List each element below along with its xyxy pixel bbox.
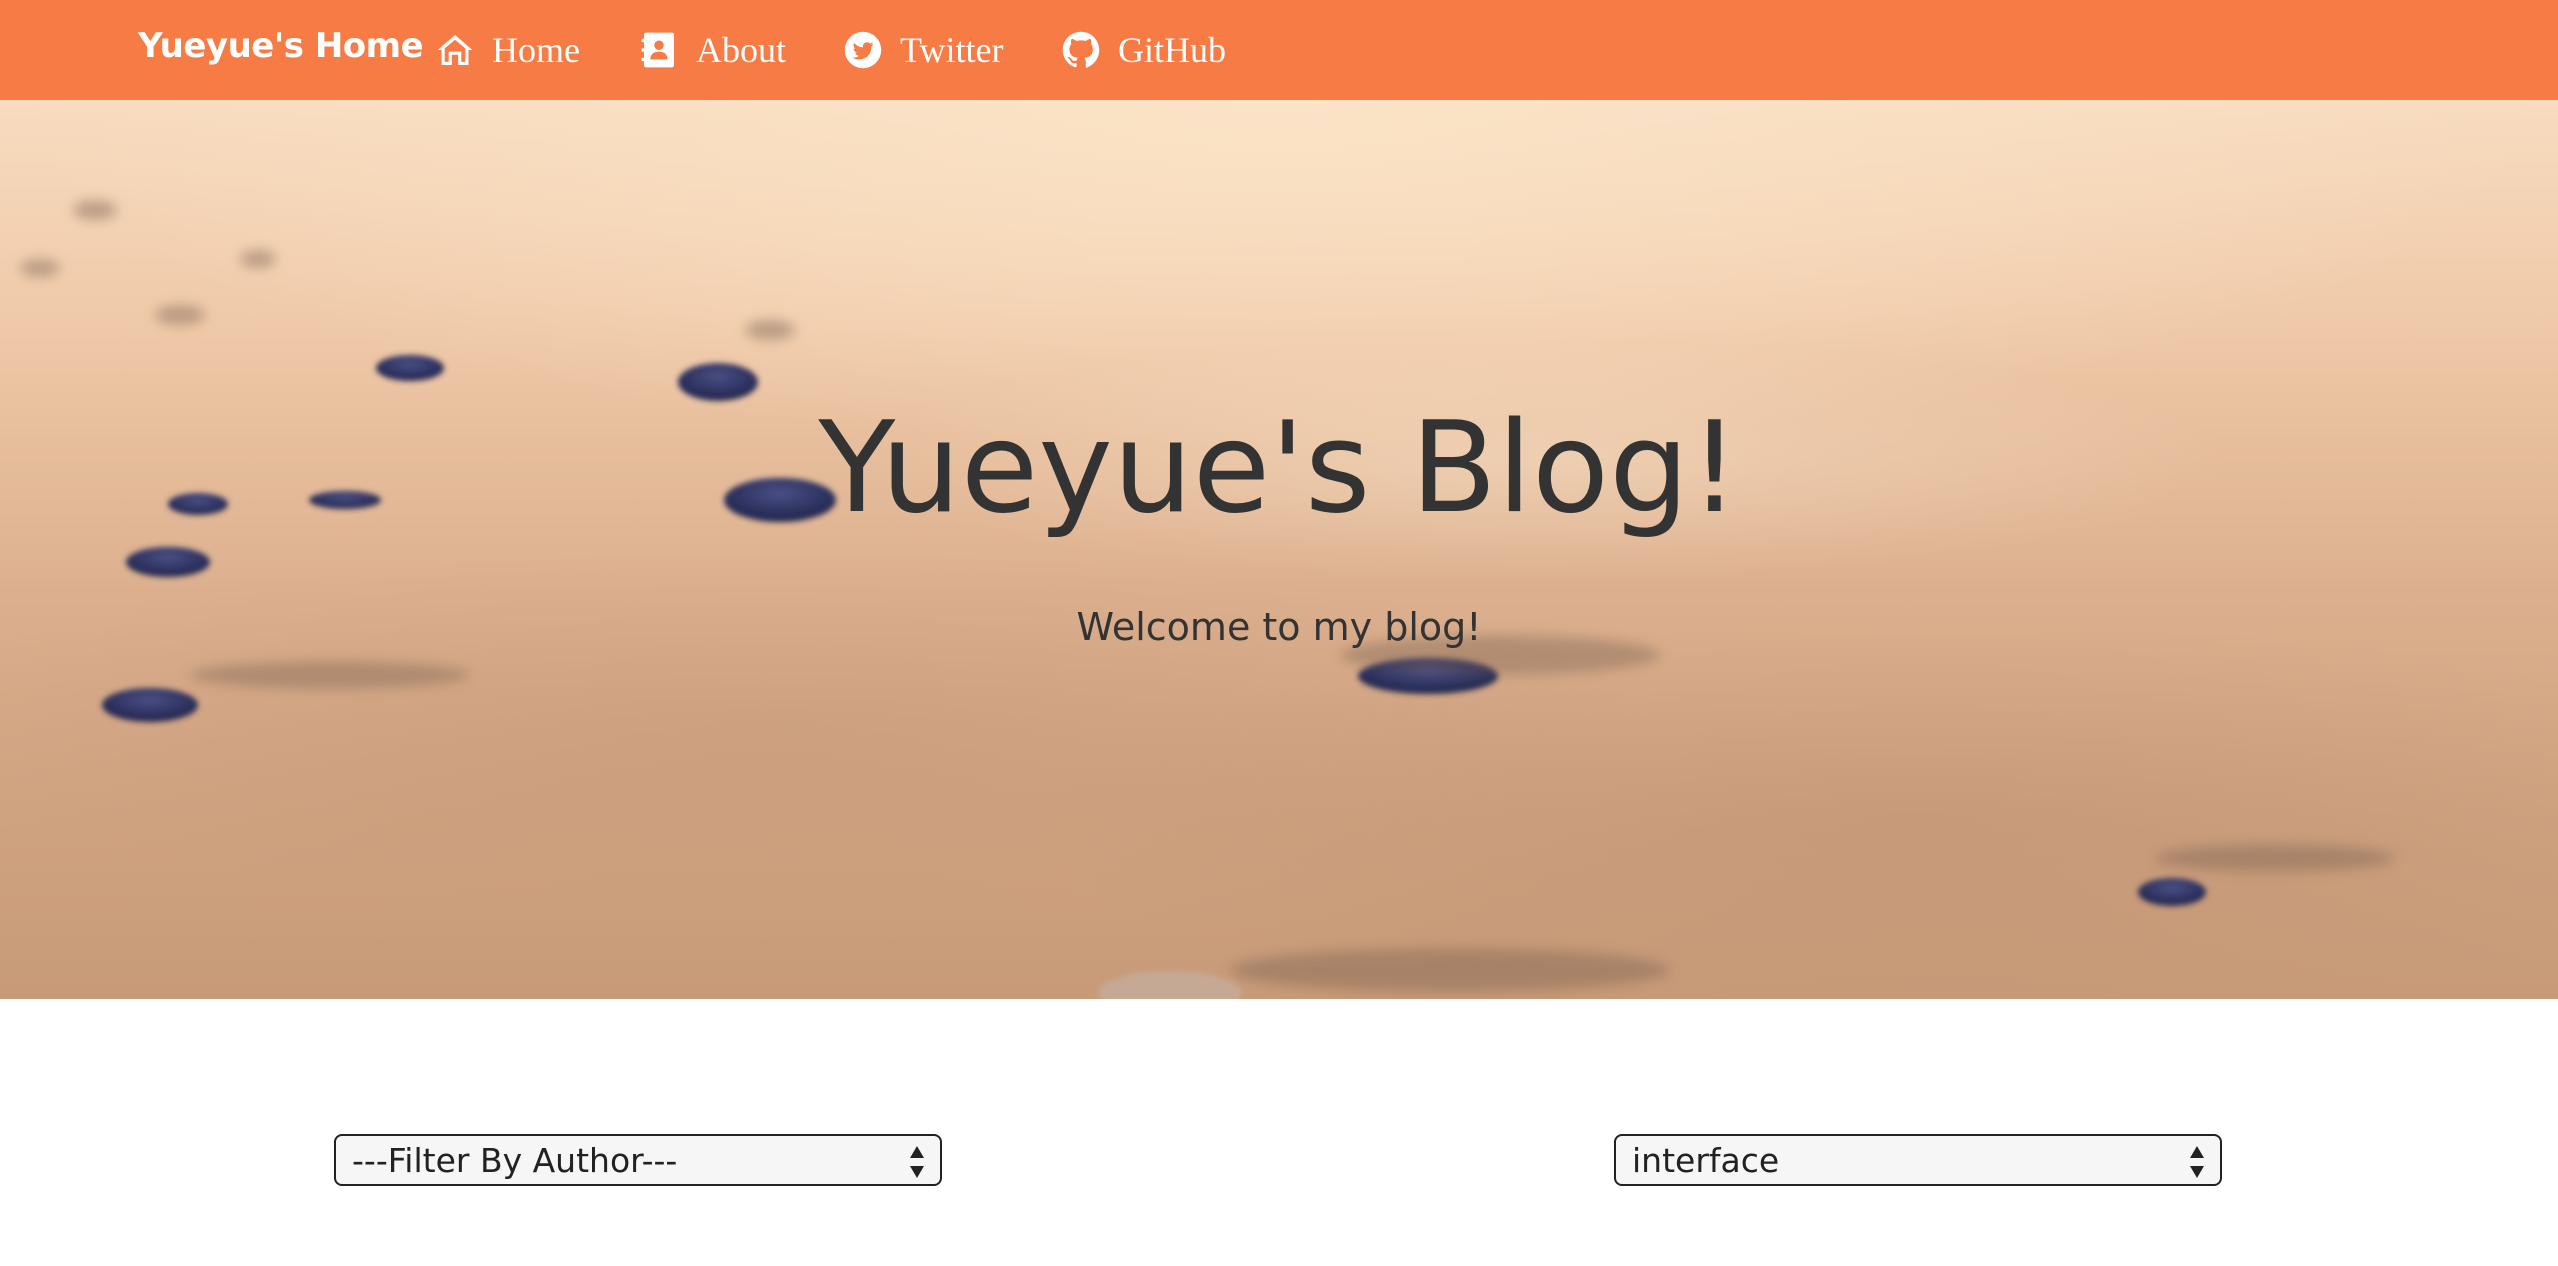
address-book-icon [641, 32, 675, 68]
github-icon [1062, 31, 1100, 68]
brand-link[interactable]: Yueyue's Home [138, 26, 424, 66]
top-navbar: Yueyue's Home Home About Twitter GitHub [0, 0, 2558, 100]
nav-home-link[interactable]: Home [436, 24, 580, 76]
beach-pebbles-image [20, 200, 2395, 999]
tag-filter-value: interface [1632, 1140, 1780, 1180]
nav-twitter-link[interactable]: Twitter [844, 24, 1003, 76]
hero-banner: Yueyue's Blog! Welcome to my blog! [0, 100, 2558, 999]
twitter-icon [844, 31, 882, 69]
nav-twitter-label: Twitter [900, 30, 1004, 70]
tag-filter-select[interactable]: interface [1614, 1134, 2222, 1186]
author-filter-select[interactable]: ---Filter By Author--- [334, 1134, 942, 1186]
home-icon [437, 34, 473, 66]
page-title: Yueyue's Blog! [818, 394, 1740, 541]
nav-github-label: GitHub [1118, 30, 1226, 70]
select-arrows-icon [910, 1146, 924, 1178]
author-filter-value: ---Filter By Author--- [352, 1140, 678, 1180]
select-arrows-icon [2190, 1146, 2204, 1178]
nav-about-label: About [696, 30, 786, 70]
nav-home-label: Home [492, 30, 580, 70]
nav-about-link[interactable]: About [640, 24, 786, 76]
nav-github-link[interactable]: GitHub [1062, 24, 1226, 76]
page-subtitle: Welcome to my blog! [1076, 605, 1482, 649]
